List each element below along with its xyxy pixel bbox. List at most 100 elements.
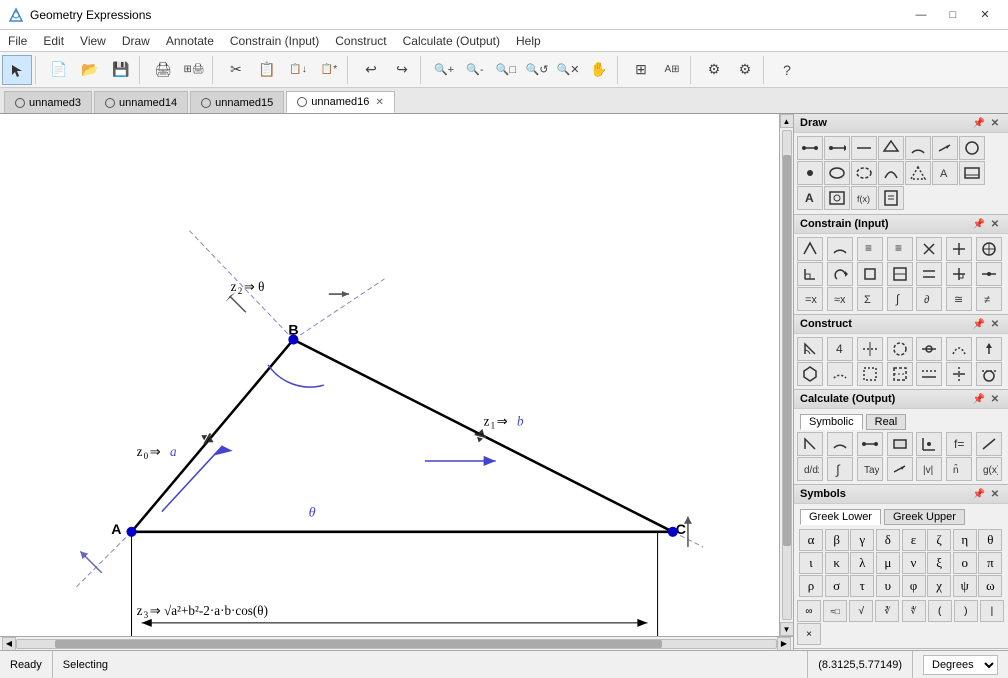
sym-alpha[interactable]: α — [799, 529, 823, 551]
draw-triangle-btn[interactable] — [905, 161, 931, 185]
sym-omicron[interactable]: ο — [953, 552, 977, 574]
constrain-val-btn[interactable]: =x — [797, 287, 823, 311]
paste-button[interactable]: 📋↓ — [283, 55, 313, 85]
open-button[interactable]: 📂 — [75, 55, 105, 85]
hscroll-track[interactable] — [16, 639, 777, 649]
close-button[interactable]: ✕ — [970, 5, 1000, 25]
menu-file[interactable]: File — [0, 30, 35, 52]
draw-ellipse-btn[interactable] — [824, 161, 850, 185]
canvas-area[interactable]: z 0 ⇒ a z 1 ⇒ b z 2 ⇒ θ — [0, 114, 779, 636]
calc-dist-btn[interactable] — [857, 432, 883, 456]
menu-calculate--output-[interactable]: Calculate (Output) — [395, 30, 508, 52]
tab-real[interactable]: Real — [866, 414, 907, 430]
menu-view[interactable]: View — [72, 30, 114, 52]
draw-photo-btn[interactable] — [824, 186, 850, 210]
constrain-perp-btn[interactable] — [946, 262, 972, 286]
paste-special-button[interactable]: 📋* — [314, 55, 344, 85]
draw-func-btn[interactable]: f(x) — [851, 186, 877, 210]
calc-area-btn[interactable] — [887, 432, 913, 456]
copy-button[interactable]: 📋 — [252, 55, 282, 85]
print-button[interactable]: 🖨 — [148, 55, 178, 85]
constrain-plus-btn[interactable] — [946, 237, 972, 261]
construct-panel-pin[interactable]: 📌 — [972, 317, 986, 331]
constrain-cross-btn[interactable] — [916, 237, 942, 261]
zoom-in-button[interactable]: 🔍+ — [429, 55, 459, 85]
draw-vector-btn[interactable] — [932, 136, 958, 160]
sym-omega[interactable]: ω — [978, 575, 1002, 597]
constrain-collinear-btn[interactable] — [976, 262, 1002, 286]
construct-sq3-btn[interactable] — [887, 362, 913, 386]
tab-greek-lower[interactable]: Greek Lower — [800, 509, 881, 525]
construct-hex-btn[interactable] — [797, 362, 823, 386]
sym-epsilon[interactable]: ε — [902, 529, 926, 551]
zoom-out-button[interactable]: 🔍- — [460, 55, 490, 85]
sym-infinity[interactable]: ∞ — [797, 600, 821, 622]
vscroll-track[interactable] — [782, 130, 792, 620]
sym-eta[interactable]: η — [953, 529, 977, 551]
sym-pi[interactable]: π — [978, 552, 1002, 574]
undo-button[interactable]: ↩ — [356, 55, 386, 85]
sym-upsilon[interactable]: υ — [876, 575, 900, 597]
construct-locus-btn[interactable] — [946, 337, 972, 361]
sym-phi[interactable]: φ — [902, 575, 926, 597]
draw-arc-btn[interactable] — [905, 136, 931, 160]
symbols-panel-close[interactable]: ✕ — [988, 487, 1002, 501]
sym-xi[interactable]: ξ — [927, 552, 951, 574]
constrain-sym-btn[interactable]: Σ — [857, 287, 883, 311]
sym-cbrt[interactable]: ∛ — [875, 600, 899, 622]
construct-panel-close[interactable]: ✕ — [988, 317, 1002, 331]
constrain-equal-btn[interactable]: ≡ — [857, 237, 883, 261]
sym-abs[interactable]: | — [980, 600, 1004, 622]
menu-draw[interactable]: Draw — [114, 30, 158, 52]
construct-4pts-btn[interactable]: 4 — [827, 337, 853, 361]
calculate-panel-close[interactable]: ✕ — [988, 392, 1002, 406]
menu-annotate[interactable]: Annotate — [158, 30, 222, 52]
constrain-panel-close[interactable]: ✕ — [988, 217, 1002, 231]
angle-unit-select[interactable]: Degrees Radians Gradians — [923, 655, 998, 675]
tab-unnamed3[interactable]: unnamed3 — [4, 91, 92, 113]
settings-button[interactable]: ⚙ — [699, 55, 729, 85]
vertical-scrollbar[interactable]: ▲ ▼ — [779, 114, 793, 636]
construct-arrow-btn[interactable] — [976, 337, 1002, 361]
sym-theta[interactable]: θ — [978, 529, 1002, 551]
vscroll-thumb[interactable] — [783, 155, 791, 545]
tab-unnamed16[interactable]: unnamed16 ✕ — [286, 91, 395, 113]
constrain-approx-btn[interactable]: ≈x — [827, 287, 853, 311]
construct-sq2-btn[interactable] — [857, 362, 883, 386]
calc-taylor-btn[interactable]: Tay — [857, 457, 883, 481]
sym-approx[interactable]: ≈□ — [823, 600, 847, 622]
calc-coord-btn[interactable] — [916, 432, 942, 456]
calc-arc-btn[interactable] — [827, 432, 853, 456]
constrain-tensor-btn[interactable] — [976, 237, 1002, 261]
sym-times[interactable]: × — [797, 623, 821, 645]
calculate-panel-pin[interactable]: 📌 — [972, 392, 986, 406]
constrain-diff-btn[interactable]: ∂ — [916, 287, 942, 311]
draw-ellipse2-btn[interactable] — [851, 161, 877, 185]
sym-4thrt[interactable]: ∜ — [902, 600, 926, 622]
sym-tau[interactable]: τ — [850, 575, 874, 597]
draw-curve-btn[interactable] — [878, 161, 904, 185]
draw-line-btn[interactable] — [851, 136, 877, 160]
vscroll-down-button[interactable]: ▼ — [780, 622, 794, 636]
zoom-reset-button[interactable]: 🔍✕ — [553, 55, 583, 85]
constrain-rotate-btn[interactable] — [827, 262, 853, 286]
calc-slope-btn[interactable] — [976, 432, 1002, 456]
calc-angle-btn[interactable] — [797, 432, 823, 456]
sym-delta[interactable]: δ — [876, 529, 900, 551]
symbols-panel-pin[interactable]: 📌 — [972, 487, 986, 501]
calc-int2-btn[interactable]: ∫ — [827, 457, 853, 481]
tab-close-button[interactable]: ✕ — [375, 97, 383, 108]
sym-gamma[interactable]: γ — [850, 529, 874, 551]
minimize-button[interactable]: — — [906, 5, 936, 25]
construct-midpt-btn[interactable] — [916, 337, 942, 361]
construct-circle-btn[interactable] — [887, 337, 913, 361]
sym-rparen[interactable]: ) — [954, 600, 978, 622]
settings2-button[interactable]: ⚙ — [730, 55, 760, 85]
hscroll-thumb[interactable] — [55, 640, 662, 648]
calc-unit-btn[interactable]: |v| — [916, 457, 942, 481]
sym-nu[interactable]: ν — [902, 552, 926, 574]
sym-psi[interactable]: ψ — [953, 575, 977, 597]
constrain-panel-pin[interactable]: 📌 — [972, 217, 986, 231]
sym-rho[interactable]: ρ — [799, 575, 823, 597]
select-tool-button[interactable] — [2, 55, 32, 85]
